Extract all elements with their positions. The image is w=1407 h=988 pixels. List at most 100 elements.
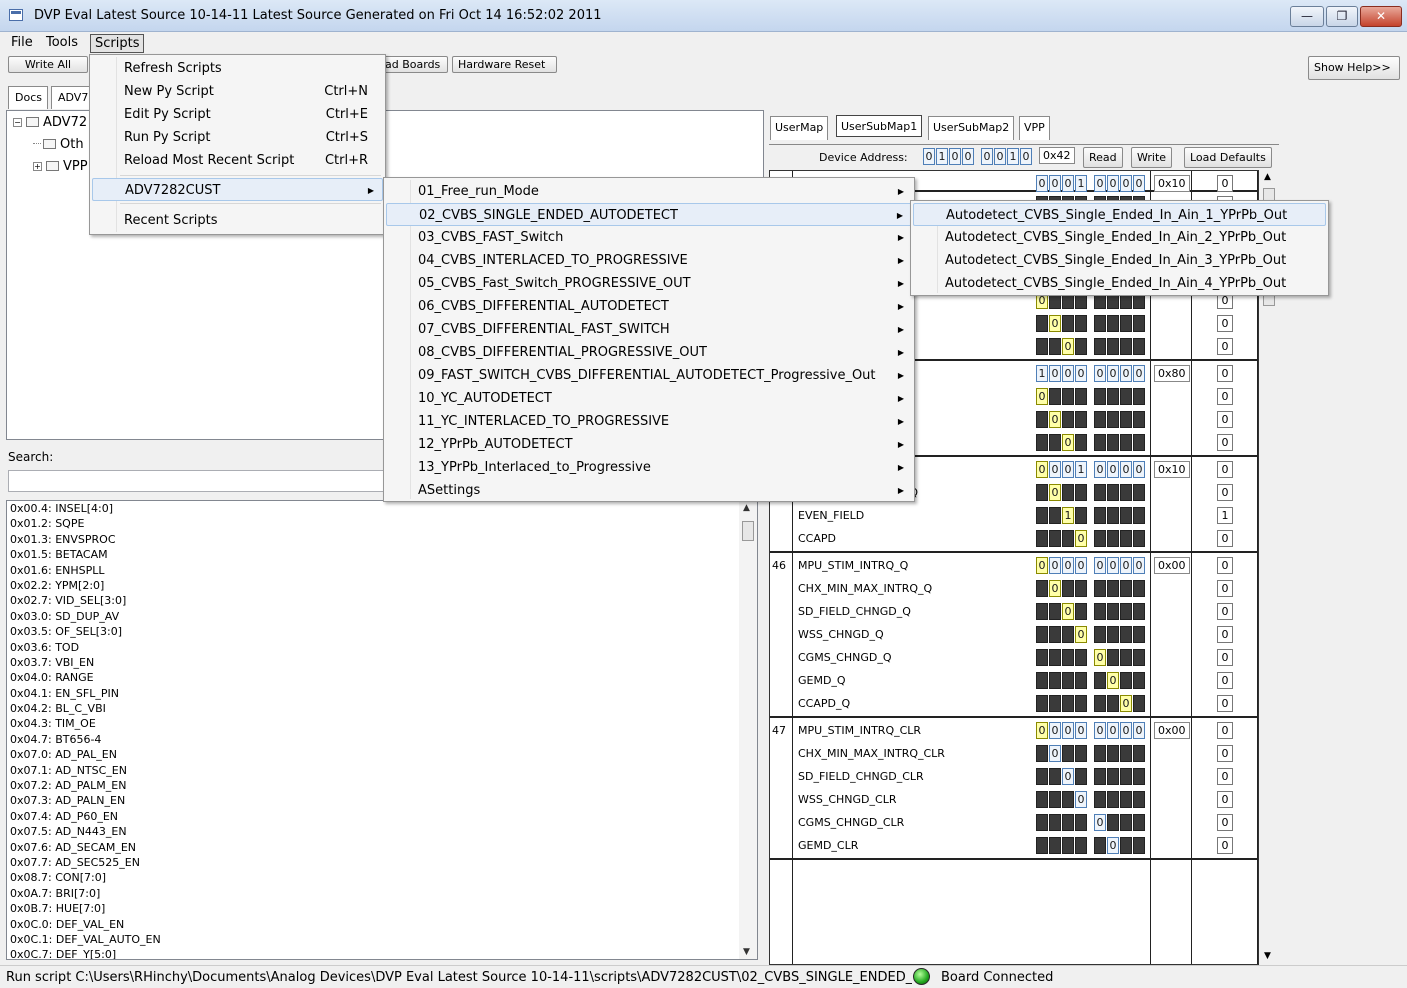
field-value[interactable]: 0 (1217, 434, 1233, 451)
list-item[interactable]: 0x0A.7: BRI[7:0] (7, 886, 757, 901)
cvbs-script-item[interactable]: Autodetect_CVBS_Single_Ended_In_Ain_2_YP… (913, 226, 1326, 249)
list-item[interactable]: 0x0C.0: DEF_VAL_EN (7, 917, 757, 932)
bit-cell[interactable] (1075, 695, 1087, 712)
register-hex-value[interactable]: 0x00 (1154, 722, 1190, 739)
bit-cell[interactable]: 0 (1075, 557, 1087, 574)
bit-cell[interactable] (1036, 791, 1048, 808)
bit-cell[interactable] (1120, 507, 1132, 524)
bit-cell[interactable] (1094, 507, 1106, 524)
write-all-button[interactable]: Write All (8, 56, 88, 73)
list-item[interactable]: 0x07.2: AD_PALM_EN (7, 778, 757, 793)
register-hex-value[interactable]: 0x00 (1154, 557, 1190, 574)
list-item[interactable]: 0x04.7: BT656-4 (7, 732, 757, 747)
bit-cell[interactable] (1107, 434, 1119, 451)
list-item[interactable]: 0x01.3: ENVSPROC (7, 532, 757, 547)
tab-usermap[interactable]: UserMap (770, 116, 829, 140)
tree-node-other[interactable]: Oth (33, 137, 84, 152)
bit-cell[interactable] (1075, 580, 1087, 597)
bit-cell[interactable]: 0 (1062, 461, 1074, 478)
write-button[interactable]: Write (1131, 147, 1173, 168)
bit-cell[interactable]: 0 (1120, 365, 1132, 382)
submenu-item-script[interactable]: 04_CVBS_INTERLACED_TO_PROGRESSIVE ▶ (386, 249, 912, 272)
bit-cell[interactable]: 0 (1133, 175, 1145, 192)
bit-cell[interactable] (1075, 484, 1087, 501)
bit-cell[interactable] (1133, 695, 1145, 712)
field-value[interactable]: 0 (1217, 837, 1233, 854)
bit-cell[interactable] (1075, 745, 1087, 762)
bit-cell[interactable]: 0 (1036, 461, 1048, 478)
bit-cell[interactable]: 0 (1036, 722, 1048, 739)
bit-cell[interactable]: 0 (1094, 461, 1106, 478)
expand-icon[interactable]: + (33, 162, 42, 171)
bit-cell[interactable] (1062, 530, 1074, 547)
bit-cell[interactable] (1062, 672, 1074, 689)
scroll-down-icon[interactable]: ▼ (743, 947, 750, 957)
field-value[interactable]: 0 (1217, 649, 1233, 666)
register-hex-value[interactable]: 0x10 (1154, 461, 1190, 478)
bit-cell[interactable] (1133, 411, 1145, 428)
tab-vpp[interactable]: VPP (1019, 116, 1050, 140)
bit-cell[interactable] (1107, 626, 1119, 643)
field-value[interactable]: 0 (1217, 672, 1233, 689)
bit-cell[interactable]: 0 (1049, 484, 1061, 501)
bit-cell[interactable]: 0 (1075, 722, 1087, 739)
bit-cell[interactable]: 0 (1036, 175, 1048, 192)
list-item[interactable]: 0x03.7: VBI_EN (7, 655, 757, 670)
bit-cell[interactable] (1049, 672, 1061, 689)
menu-item-recent-scripts[interactable]: Recent Scripts (92, 209, 383, 232)
submenu-item-script[interactable]: 02_CVBS_SINGLE_ENDED_AUTODETECT ▶ (386, 203, 912, 226)
bit-cell[interactable] (1094, 434, 1106, 451)
bit-cell[interactable]: 1 (1075, 461, 1087, 478)
bit-cell[interactable]: 0 (1049, 315, 1061, 332)
bit-cell[interactable] (1107, 530, 1119, 547)
submenu-item-script[interactable]: 12_YPrPb_AUTODETECT ▶ (386, 433, 912, 456)
bit-cell[interactable] (1062, 649, 1074, 666)
bit-cell[interactable]: 0 (1094, 365, 1106, 382)
submenu-item-script[interactable]: 07_CVBS_DIFFERENTIAL_FAST_SWITCH ▶ (386, 318, 912, 341)
bit-cell[interactable]: 0 (1062, 175, 1074, 192)
bit-cell[interactable] (1075, 768, 1087, 785)
bit-cell[interactable] (1075, 649, 1087, 666)
bit-cell[interactable]: 0 (1075, 365, 1087, 382)
list-item[interactable]: 0x04.2: BL_C_VBI (7, 701, 757, 716)
bit-cell[interactable] (1062, 626, 1074, 643)
field-value[interactable]: 0 (1217, 411, 1233, 428)
bit-cell[interactable] (1075, 507, 1087, 524)
bit-cell[interactable] (1062, 580, 1074, 597)
bit-cell[interactable] (1049, 434, 1061, 451)
bit-cell[interactable] (1036, 745, 1048, 762)
submenu-item-script[interactable]: 10_YC_AUTODETECT ▶ (386, 387, 912, 410)
bit-cell[interactable] (1094, 791, 1106, 808)
submenu-item-script[interactable]: 05_CVBS_Fast_Switch_PROGRESSIVE_OUT ▶ (386, 272, 912, 295)
bit-cell[interactable] (1075, 672, 1087, 689)
bit-cell[interactable]: 0 (1062, 603, 1074, 620)
bit-cell[interactable] (1049, 626, 1061, 643)
bit-cell[interactable] (1107, 580, 1119, 597)
bit-cell[interactable] (1094, 411, 1106, 428)
tab-usersubmap2[interactable]: UserSubMap2 (928, 116, 1015, 140)
bit-cell[interactable]: 0 (1075, 791, 1087, 808)
bit-cell[interactable]: 0 (1107, 722, 1119, 739)
scroll-down-icon[interactable]: ▼ (1264, 951, 1271, 961)
close-button[interactable]: ✕ (1360, 6, 1402, 27)
bit-cell[interactable] (1133, 580, 1145, 597)
bit-cell[interactable] (1107, 603, 1119, 620)
bit-cell[interactable] (1120, 626, 1132, 643)
load-boards-button[interactable]: ad Boards (380, 56, 448, 73)
bit-cell[interactable] (1094, 603, 1106, 620)
bit-cell[interactable] (1036, 530, 1048, 547)
menu-file[interactable]: File (7, 34, 37, 53)
bit-cell[interactable] (1133, 791, 1145, 808)
menu-scripts[interactable]: Scripts (90, 34, 145, 53)
bit-cell[interactable] (1133, 603, 1145, 620)
bit-cell[interactable] (1036, 507, 1048, 524)
submenu-item-script[interactable]: 08_CVBS_DIFFERENTIAL_PROGRESSIVE_OUT ▶ (386, 341, 912, 364)
device-address-bit[interactable]: 0 (923, 148, 935, 165)
list-item[interactable]: 0x01.5: BETACAM (7, 547, 757, 562)
field-value[interactable]: 0 (1217, 338, 1233, 355)
bit-cell[interactable] (1107, 411, 1119, 428)
bit-cell[interactable]: 1 (1062, 507, 1074, 524)
bit-cell[interactable] (1036, 603, 1048, 620)
submenu-item-script[interactable]: ASettings ▶ (386, 479, 912, 502)
bit-cell[interactable] (1120, 434, 1132, 451)
